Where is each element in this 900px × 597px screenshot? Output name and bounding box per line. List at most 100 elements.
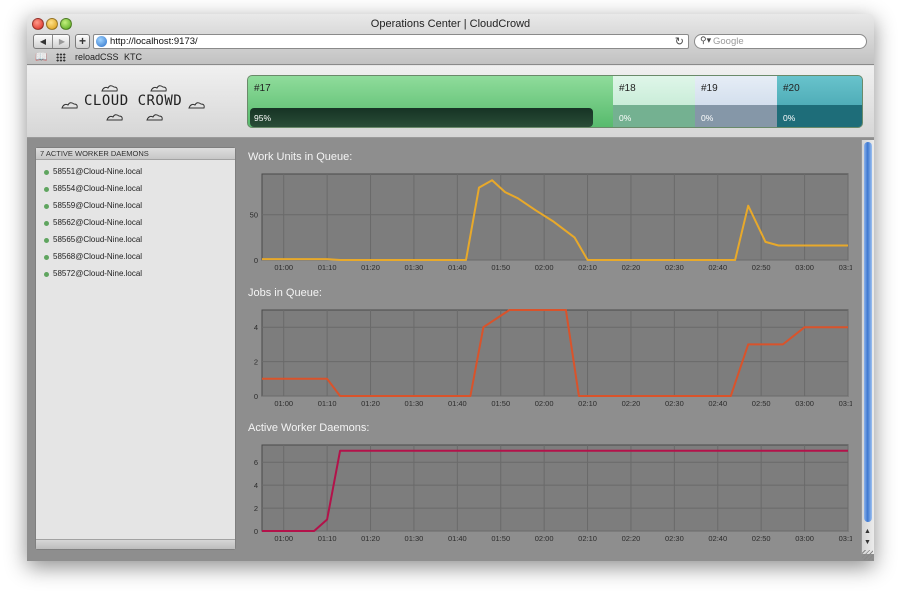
status-dot-icon: [44, 221, 49, 226]
worker-daemons-panel: 7 ACTIVE WORKER DAEMONS 58551@Cloud-Nine…: [35, 147, 236, 550]
window-title: Operations Center | CloudCrowd: [370, 18, 531, 30]
scroll-down-arrow-icon[interactable]: ▼: [864, 539, 871, 546]
status-dot-icon: [44, 187, 49, 192]
x-tick-label: 02:20: [622, 399, 641, 408]
status-dot-icon: [44, 238, 49, 243]
status-dot-icon: [44, 272, 49, 277]
worker-daemons-chart: 01:00 01:10 01:20 01:30 01:40 01:50 02:00 02:10…: [254, 444, 852, 543]
search-placeholder: Google: [713, 36, 744, 47]
status-dot-icon: [44, 255, 49, 260]
x-tick-label: 01:00: [274, 534, 293, 543]
x-tick-label: 03:10: [839, 263, 852, 272]
job-17[interactable]: #17 95%: [248, 76, 613, 127]
job-17-percent: 95%: [254, 113, 272, 123]
x-tick-label: 01:40: [448, 263, 467, 272]
forward-arrow-icon[interactable]: ▶: [53, 35, 71, 48]
y-tick-label: 2: [254, 504, 258, 513]
worker-item[interactable]: 58559@Cloud-Nine.local: [36, 199, 235, 216]
x-tick-label: 01:50: [491, 399, 510, 408]
job-19[interactable]: #19 0%: [695, 76, 777, 127]
job-20-label: #20: [783, 83, 800, 94]
status-dot-icon: [44, 170, 49, 175]
worker-daemons-title: Active Worker Daemons:: [248, 422, 370, 434]
plot-area: [261, 444, 849, 532]
worker-item[interactable]: 58565@Cloud-Nine.local: [36, 233, 235, 250]
jobs-queue-title: Jobs in Queue:: [248, 287, 322, 299]
panel-footer: [36, 539, 235, 549]
add-bookmark-button[interactable]: +: [75, 34, 90, 49]
y-tick-label: 0: [254, 256, 258, 265]
bookmark-reloadcss[interactable]: reloadCSS: [75, 52, 119, 62]
job-18-label: #18: [619, 83, 636, 94]
job-18-percent: 0%: [619, 113, 632, 123]
x-tick-label: 02:30: [665, 399, 684, 408]
x-tick-label: 01:30: [405, 534, 424, 543]
x-tick-label: 02:50: [752, 263, 771, 272]
x-tick-label: 02:10: [578, 263, 597, 272]
job-20[interactable]: #20 0%: [777, 76, 862, 127]
worker-item[interactable]: 58568@Cloud-Nine.local: [36, 250, 235, 267]
x-tick-label: 02:30: [665, 534, 684, 543]
y-tick-label: 2: [254, 358, 258, 367]
work-units-chart: 01:00 01:10 01:20 01:30 01:40 01:50 02:00 02:10…: [250, 173, 852, 272]
job-19-percent: 0%: [701, 113, 714, 123]
bookmark-ktc[interactable]: KTC: [124, 52, 142, 62]
x-tick-label: 01:30: [405, 263, 424, 272]
x-tick-label: 01:10: [318, 399, 337, 408]
x-tick-label: 02:10: [578, 534, 597, 543]
scroll-up-arrow-icon[interactable]: ▲: [864, 528, 871, 535]
title-bar: Operations Center | CloudCrowd ◀ ▶ + htt…: [27, 14, 874, 65]
x-tick-label: 02:00: [535, 263, 554, 272]
x-tick-label: 03:00: [795, 263, 814, 272]
work-units-title: Work Units in Queue:: [248, 151, 353, 163]
x-tick-label: 02:30: [665, 263, 684, 272]
x-tick-label: 01:20: [361, 534, 380, 543]
nav-buttons: ◀ ▶: [33, 34, 70, 49]
reload-icon[interactable]: ↻: [675, 35, 684, 48]
x-tick-label: 03:00: [795, 534, 814, 543]
y-tick-label: 0: [254, 392, 258, 401]
url-text[interactable]: http://localhost:9173/: [110, 36, 198, 47]
bookmarks-book-icon[interactable]: 📖: [35, 52, 47, 63]
job-19-label: #19: [701, 83, 718, 94]
job-17-progress-fill: [250, 108, 593, 127]
worker-item[interactable]: 58562@Cloud-Nine.local: [36, 216, 235, 233]
x-tick-label: 02:40: [708, 534, 727, 543]
back-arrow-icon[interactable]: ◀: [34, 35, 52, 48]
worker-item[interactable]: 58551@Cloud-Nine.local: [36, 165, 235, 182]
jobs-queue-chart: 01:00 01:10 01:20 01:30 01:40 01:50 02:00 02:10…: [254, 309, 852, 408]
bookmarks-bar: 📖 reloadCSS KTC: [27, 51, 874, 65]
worker-item[interactable]: 58572@Cloud-Nine.local: [36, 267, 235, 284]
job-progress-bar: #17 95% #18 0% #19 0% #20 0%: [247, 75, 863, 128]
x-tick-label: 01:50: [491, 534, 510, 543]
top-sites-grid-icon[interactable]: [56, 53, 66, 62]
y-tick-label: 4: [254, 323, 258, 332]
x-tick-label: 01:10: [318, 534, 337, 543]
x-tick-label: 02:50: [752, 534, 771, 543]
x-tick-label: 01:40: [448, 399, 467, 408]
worker-item[interactable]: 58554@Cloud-Nine.local: [36, 182, 235, 199]
worker-list: 58551@Cloud-Nine.local 58554@Cloud-Nine.…: [36, 165, 235, 284]
x-tick-label: 02:50: [752, 399, 771, 408]
x-tick-label: 03:10: [839, 399, 852, 408]
x-tick-label: 02:10: [578, 399, 597, 408]
logo-text: CLOUD CROWD: [84, 93, 183, 109]
plot-area: [261, 309, 849, 397]
job-20-percent: 0%: [783, 113, 796, 123]
search-icon: ⚲▾: [700, 35, 712, 45]
x-tick-label: 02:20: [622, 534, 641, 543]
globe-icon: [96, 36, 107, 47]
y-tick-label: 4: [254, 481, 258, 490]
x-tick-label: 01:00: [274, 263, 293, 272]
search-field[interactable]: ⚲▾ Google: [694, 34, 867, 49]
resize-grip-icon[interactable]: [862, 550, 873, 560]
vertical-scrollbar[interactable]: ▲ ▼: [861, 140, 874, 554]
x-tick-label: 01:10: [318, 263, 337, 272]
address-bar[interactable]: http://localhost:9173/ ↻: [93, 34, 689, 49]
job-17-label: #17: [254, 83, 271, 94]
y-tick-label: 0: [254, 527, 258, 536]
scroll-thumb[interactable]: [864, 142, 872, 522]
page-header: CLOUD CROWD #17 95% #18 0% #19 0% #20 0%: [27, 66, 874, 138]
x-tick-label: 02:40: [708, 263, 727, 272]
job-18[interactable]: #18 0%: [613, 76, 695, 127]
